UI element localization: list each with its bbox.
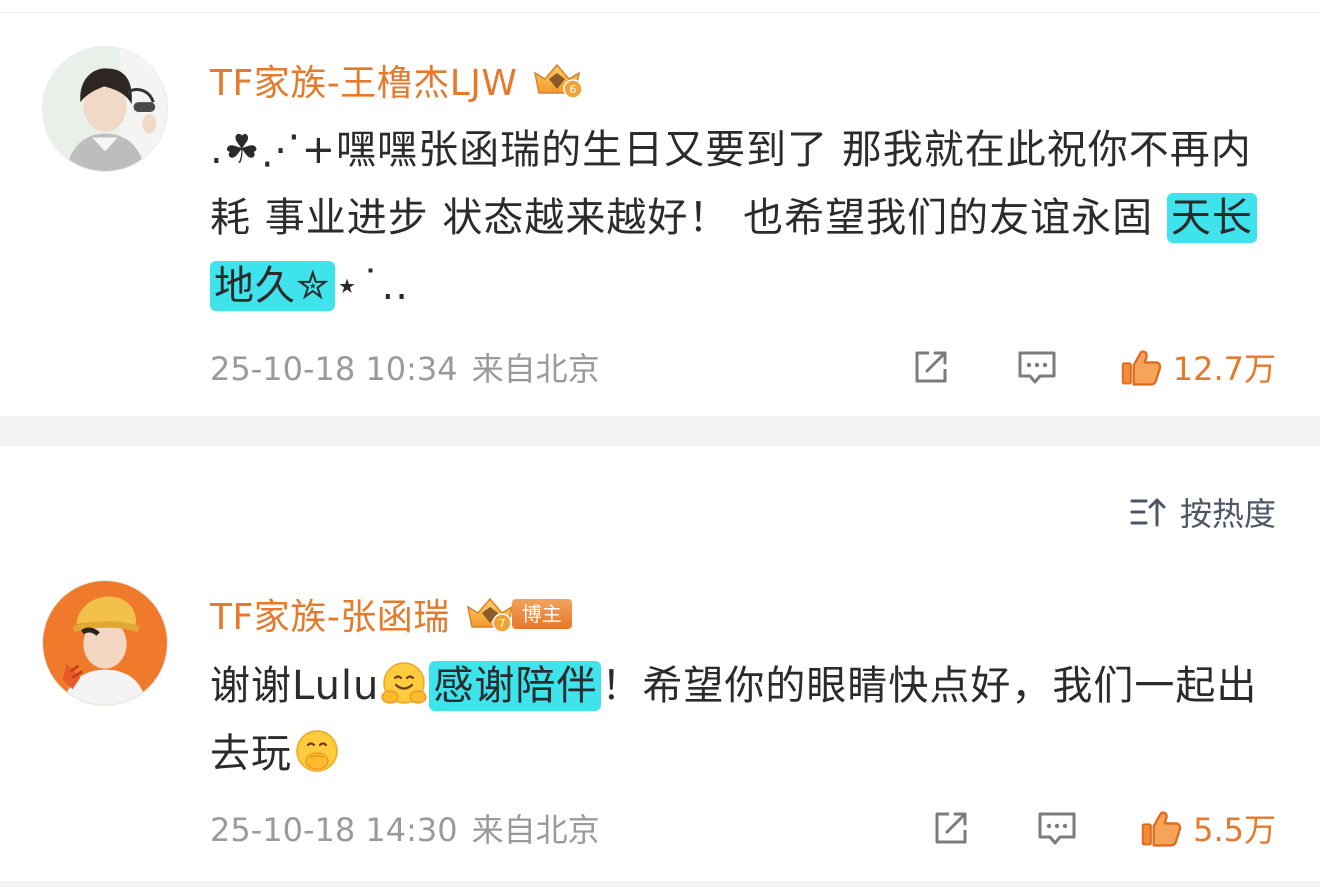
highlighted-text: 感谢陪伴 [429,661,602,711]
share-icon[interactable] [909,345,953,389]
share-icon[interactable] [929,806,973,850]
username[interactable]: TF家族-张函瑞 [210,588,450,640]
like-button[interactable]: 5.5万 [1139,805,1276,851]
section-divider [0,416,1320,446]
comment-timestamp: 25-10-18 10:34 来自北京 [210,344,600,390]
blogger-tag-label: 博主 [511,599,572,629]
comment-date: 25-10-18 10:34 [210,350,458,388]
comment-icon[interactable] [1035,806,1079,850]
blogger-badge: 7 博主 [462,593,572,635]
comment-text-body: .☘⋰+嘿嘿张函瑞的生日又要到了 那我就在此祝你不再内耗 事业进步 状态越来越好… [210,127,1252,241]
comment-item: TF家族-张函瑞 7 博主 谢谢Lulu 感谢陪伴 ！希望你的眼睛快点好，我们一… [0,580,1320,880]
face-with-hand-over-mouth-emoji [292,727,342,777]
user-name-row: TF家族-张函瑞 7 博主 [210,588,572,640]
top-divider [0,12,1320,13]
comment-meta: 25-10-18 10:34 来自北京 12.7万 [210,342,1276,392]
crown-level-badge-icon[interactable]: 7 [462,593,518,635]
comment-location: 来自北京 [471,811,600,849]
sort-label: 按热度 [1179,495,1276,533]
comment-date: 25-10-18 14:30 [210,811,458,849]
avatar-photo-icon [43,581,167,705]
comment-meta: 25-10-18 14:30 来自北京 5.5万 [210,803,1276,853]
sort-icon [1130,498,1166,527]
comment-text: 谢谢Lulu 感谢陪伴 ！希望你的眼睛快点好，我们一起出去玩 [210,652,1270,788]
comment-actions: 5.5万 [929,805,1276,851]
like-count: 12.7万 [1172,350,1276,388]
user-avatar[interactable] [42,46,168,172]
like-count: 5.5万 [1193,811,1276,849]
comment-text-body: 谢谢Lulu [210,663,380,709]
user-name-row: TF家族-王橹杰LJW 6 [210,54,585,106]
comment-location: 来自北京 [471,350,600,388]
thumbs-up-icon [1141,811,1182,847]
username[interactable]: TF家族-王橹杰LJW [210,54,517,106]
avatar-photo-icon [43,47,167,171]
svg-text:6: 6 [570,83,577,96]
comment-thread: TF家族-王橹杰LJW 6 .☘⋰+嘿嘿张函瑞的生日又要到了 那我就在此祝你不再… [0,0,1320,887]
hugging-face-emoji [379,659,429,709]
comment-actions: 12.7万 [909,344,1276,390]
sort-toggle[interactable]: 按热度 [1130,490,1276,534]
comment-item: TF家族-王橹杰LJW 6 .☘⋰+嘿嘿张函瑞的生日又要到了 那我就在此祝你不再… [0,46,1320,416]
crown-level-badge-icon[interactable]: 6 [529,59,585,101]
svg-text:7: 7 [498,617,505,630]
comment-timestamp: 25-10-18 14:30 来自北京 [210,805,600,851]
comment-icon[interactable] [1015,345,1059,389]
comment-text-tail: ⋆˙.. [334,263,409,309]
like-button[interactable]: 12.7万 [1119,344,1276,390]
bottom-divider [0,881,1320,887]
thumbs-up-icon [1121,350,1161,386]
user-avatar[interactable] [42,580,168,706]
comment-text: .☘⋰+嘿嘿张函瑞的生日又要到了 那我就在此祝你不再内耗 事业进步 状态越来越好… [210,116,1270,320]
